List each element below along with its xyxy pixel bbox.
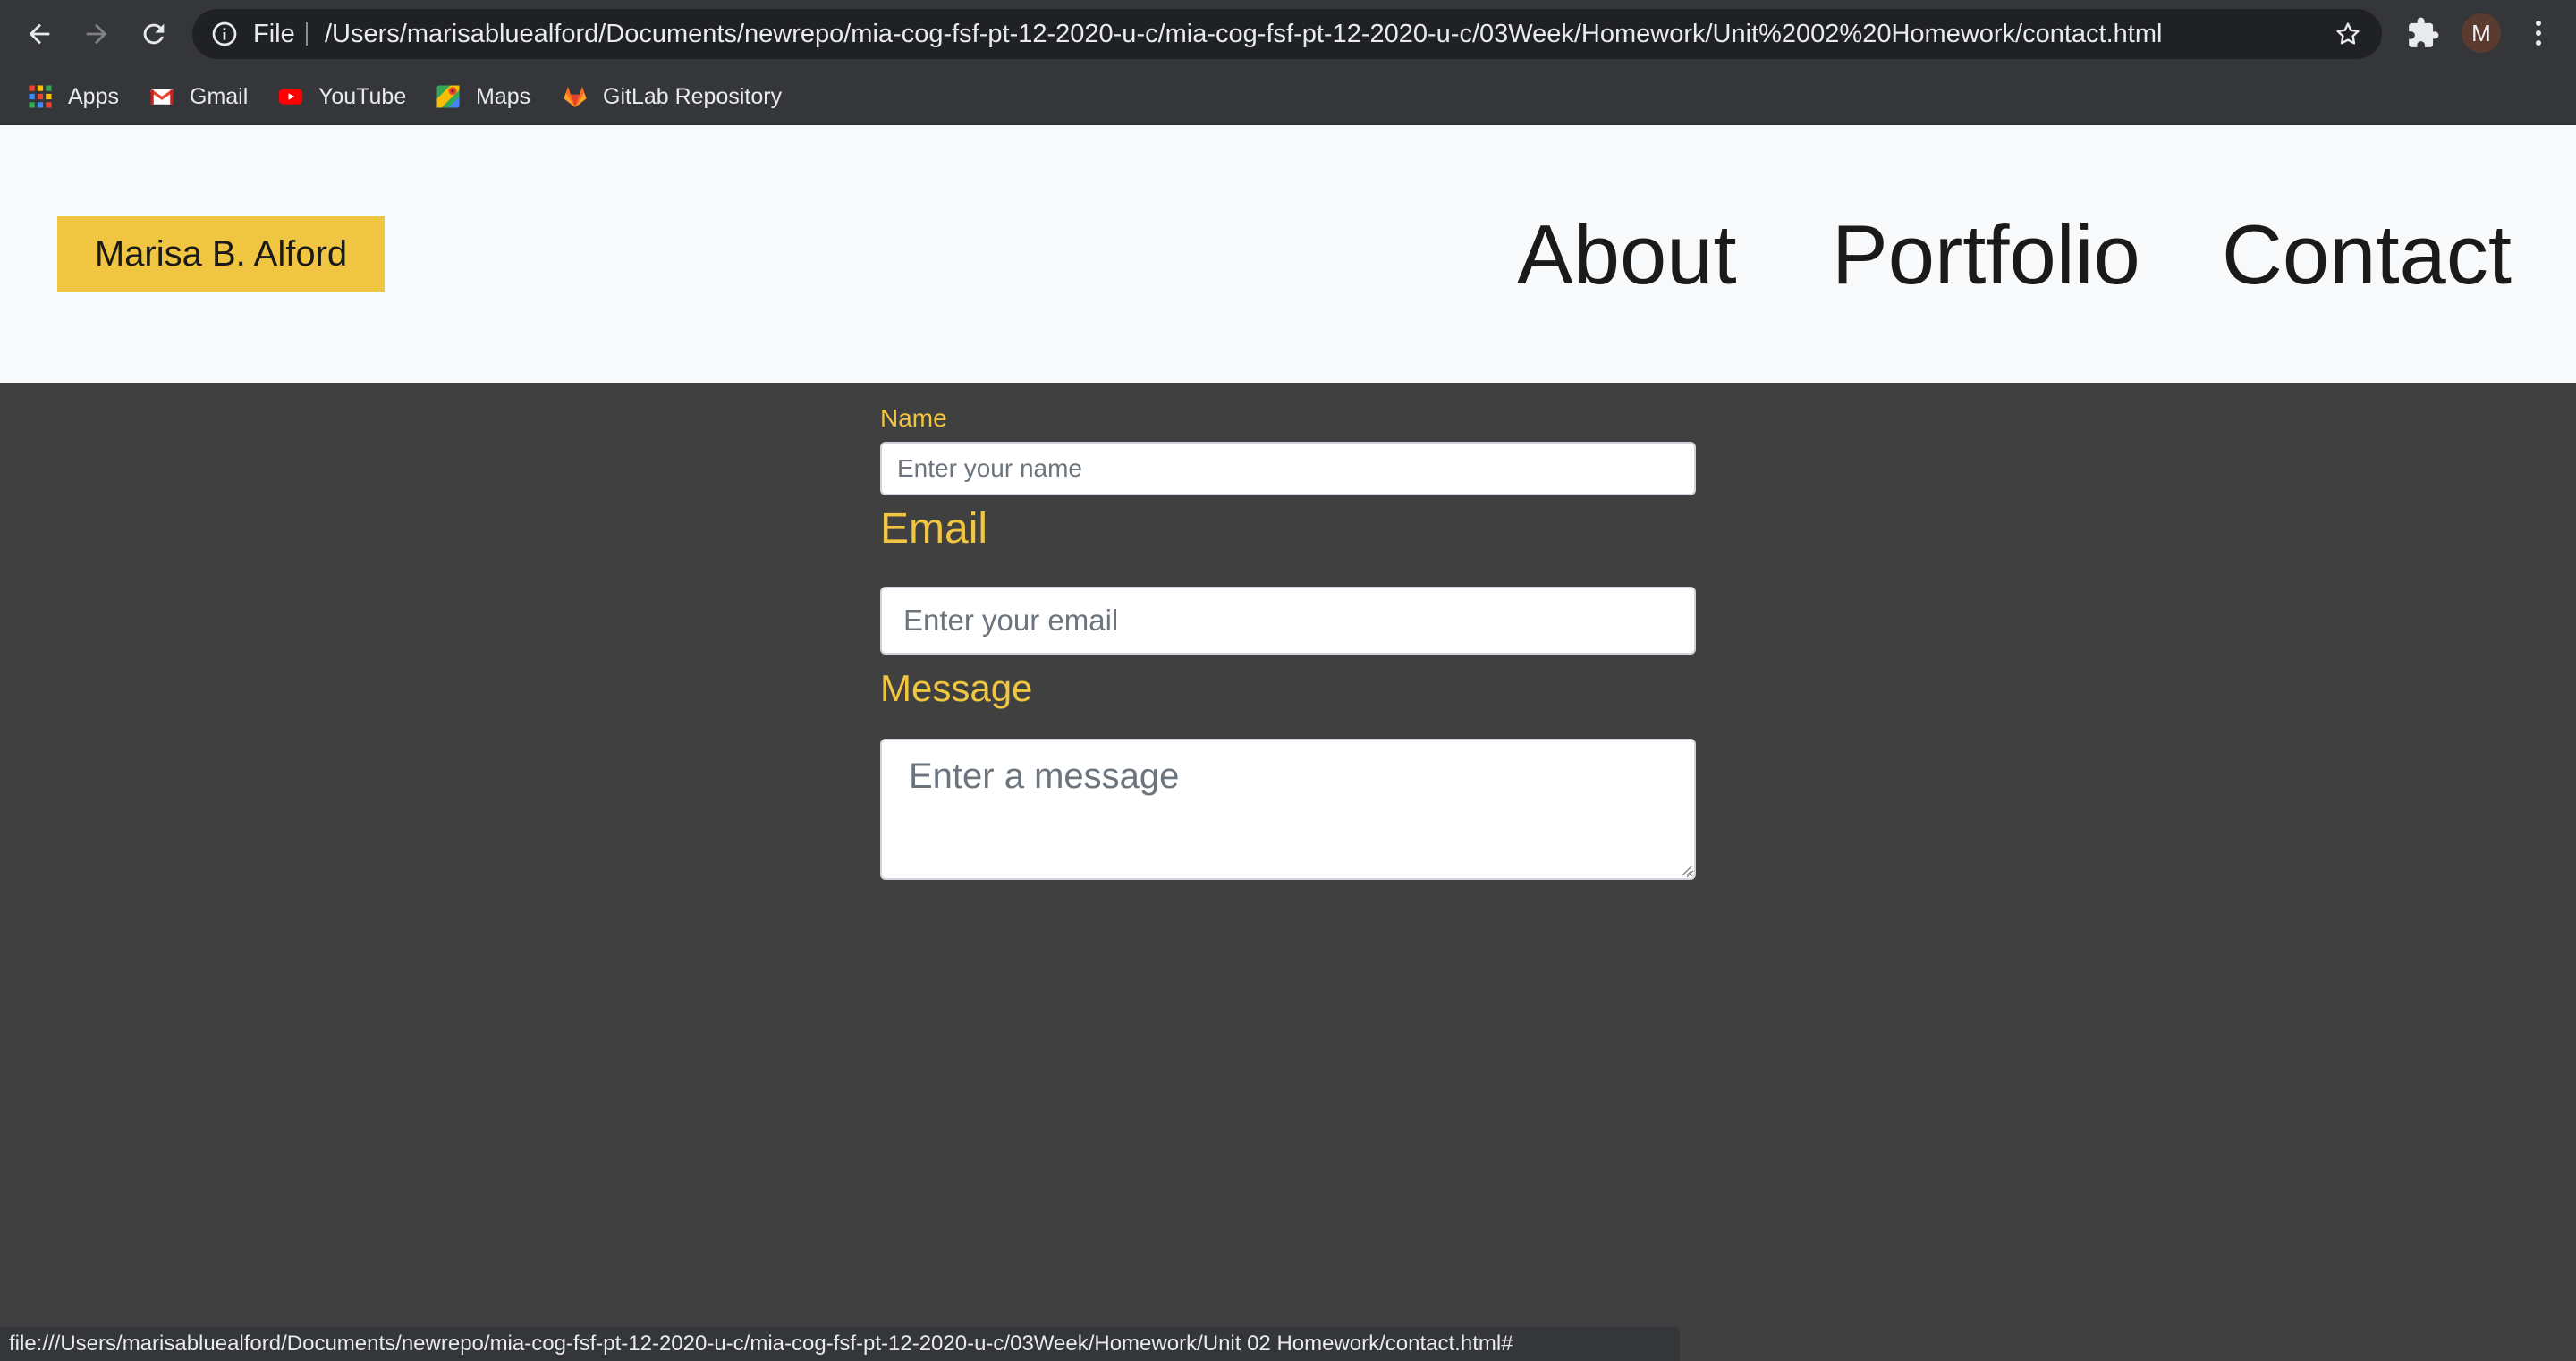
name-input[interactable] [880,442,1696,495]
info-icon[interactable] [210,20,239,48]
gitlab-icon [564,86,587,107]
bookmark-apps[interactable]: Apps [27,68,119,125]
url-text[interactable]: /Users/marisabluealford/Documents/newrep… [325,9,2162,59]
kebab-menu-icon[interactable] [2521,14,2556,52]
maps-icon [436,85,460,108]
puzzle-icon[interactable] [2406,16,2440,50]
bookmark-label: YouTube [318,83,407,109]
message-textarea[interactable] [880,739,1696,880]
arrow-left-icon [29,23,50,45]
bookmark-label: Gmail [190,83,249,109]
forward-button[interactable] [75,13,118,55]
gmail-icon [149,89,174,105]
bookmarks-bar: Apps Gmail YouTube Maps GitLab Repositor… [0,68,2576,125]
resize-grip-icon[interactable] [1680,864,1692,876]
site-header: Marisa B. Alford About Portfolio Contact [0,125,2576,383]
bookmark-label: Apps [68,83,119,109]
apps-grid-icon [29,85,52,108]
star-icon[interactable] [2334,20,2362,48]
bookmark-label: Maps [476,83,531,109]
reload-icon [143,23,165,45]
page-viewport: Marisa B. Alford About Portfolio Contact… [0,125,2576,1361]
nav-about-link[interactable]: About [1517,206,1737,304]
back-button[interactable] [18,13,61,55]
bookmark-gmail[interactable]: Gmail [148,68,248,125]
browser-toolbar: File /Users/marisabluealford/Documents/n… [0,0,2576,68]
scheme-label: File [253,20,295,48]
message-label: Message [880,667,1033,709]
status-bar-url: file:///Users/marisabluealford/Documents… [0,1327,1680,1361]
bookmark-gitlab[interactable]: GitLab Repository [562,68,782,125]
name-label: Name [880,404,947,432]
bookmark-youtube[interactable]: YouTube [277,68,406,125]
nav-portfolio-link[interactable]: Portfolio [1832,206,2140,304]
nav-contact-link[interactable]: Contact [2222,206,2512,304]
arrow-right-icon [86,23,107,45]
email-input[interactable] [880,587,1696,655]
reload-button[interactable] [132,13,175,55]
omnibox-divider [306,22,308,46]
bookmark-maps[interactable]: Maps [435,68,530,125]
email-label: Email [880,505,988,553]
brand-link[interactable]: Marisa B. Alford [57,216,385,292]
address-bar[interactable]: File /Users/marisabluealford/Documents/n… [192,9,2382,59]
bookmark-label: GitLab Repository [603,83,783,109]
profile-avatar[interactable]: M [2462,13,2501,53]
youtube-icon [278,89,303,105]
